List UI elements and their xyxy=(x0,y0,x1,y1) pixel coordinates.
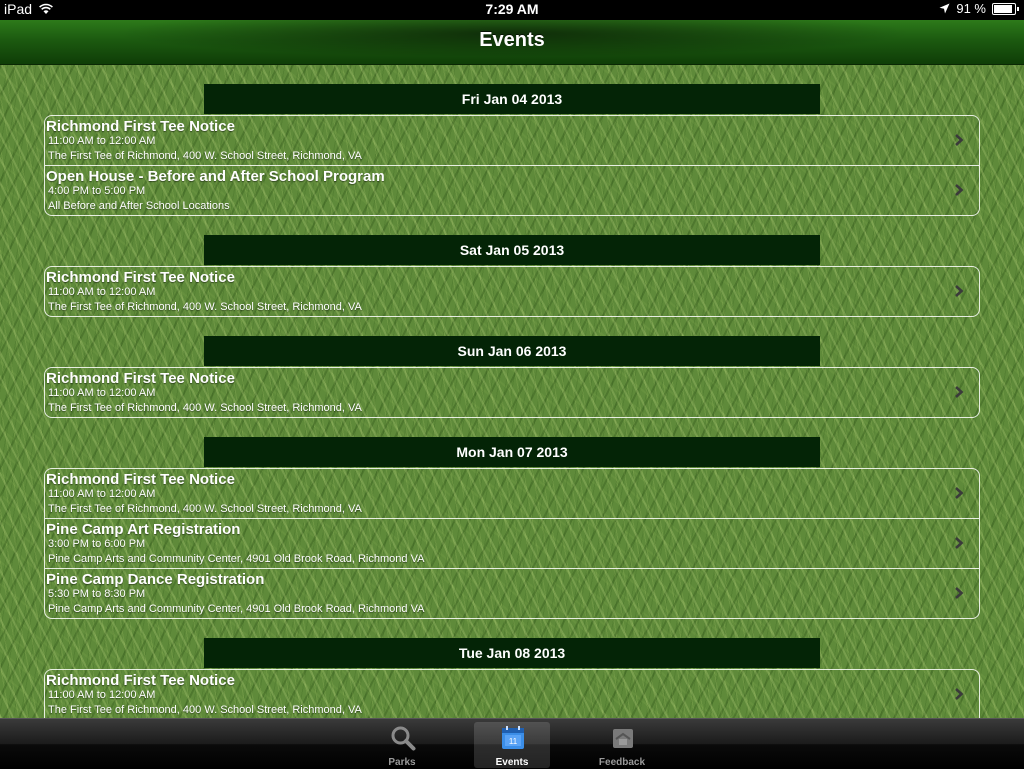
event-row[interactable]: Richmond First Tee Notice 11:00 AM to 12:… xyxy=(45,116,979,166)
battery-percent: 91 % xyxy=(956,1,986,16)
day-section: Mon Jan 07 2013 Richmond First Tee Notice… xyxy=(44,437,980,619)
status-bar: iPad 7:29 AM 91 % xyxy=(0,0,1024,20)
day-events-group: Richmond First Tee Notice 11:00 AM to 12:… xyxy=(44,468,980,619)
event-row[interactable]: Open House - Before and After School Pro… xyxy=(45,166,979,215)
day-header: Sun Jan 06 2013 xyxy=(204,336,820,366)
event-location: The First Tee of Richmond, 400 W. School… xyxy=(48,503,362,515)
event-row[interactable]: Richmond First Tee Notice 11:00 AM to 12:… xyxy=(45,670,979,718)
event-time: 3:00 PM to 6:00 PM xyxy=(48,538,146,550)
event-row[interactable]: Richmond First Tee Notice 11:00 AM to 12:… xyxy=(45,267,979,316)
day-header: Fri Jan 04 2013 xyxy=(204,84,820,114)
event-row[interactable]: Pine Camp Dance Registration 5:30 PM to 8… xyxy=(45,569,979,618)
status-time: 7:29 AM xyxy=(485,1,539,17)
event-title: Pine Camp Dance Registration xyxy=(46,571,265,588)
status-right: 91 % xyxy=(939,1,1019,16)
day-events-group: Richmond First Tee Notice 11:00 AM to 12:… xyxy=(44,266,980,317)
event-location: The First Tee of Richmond, 400 W. School… xyxy=(48,402,362,414)
event-title: Richmond First Tee Notice xyxy=(46,269,235,286)
tab-parks[interactable]: Parks xyxy=(364,722,440,768)
day-events-group: Richmond First Tee Notice 11:00 AM to 12:… xyxy=(44,367,980,418)
tab-bar: Parks 11 Events Feedback xyxy=(0,718,1024,769)
event-title: Richmond First Tee Notice xyxy=(46,672,235,689)
day-header: Sat Jan 05 2013 xyxy=(204,235,820,265)
event-time: 11:00 AM to 12:00 AM xyxy=(48,286,156,298)
event-time: 5:30 PM to 8:30 PM xyxy=(48,588,146,600)
event-location: Pine Camp Arts and Community Center, 490… xyxy=(48,553,425,565)
event-location: The First Tee of Richmond, 400 W. School… xyxy=(48,301,362,313)
event-time: 11:00 AM to 12:00 AM xyxy=(48,488,156,500)
day-events-group: Richmond First Tee Notice 11:00 AM to 12:… xyxy=(44,115,980,216)
event-title: Richmond First Tee Notice xyxy=(46,370,235,387)
event-time: 11:00 AM to 12:00 AM xyxy=(48,689,156,701)
event-title: Open House - Before and After School Pro… xyxy=(46,168,385,185)
day-events-group: Richmond First Tee Notice 11:00 AM to 12:… xyxy=(44,669,980,718)
chevron-right-icon xyxy=(955,134,964,146)
tab-feedback[interactable]: Feedback xyxy=(584,722,660,768)
event-location: Pine Camp Arts and Community Center, 490… xyxy=(48,603,425,615)
chevron-right-icon xyxy=(955,688,964,700)
day-section: Tue Jan 08 2013 Richmond First Tee Notice… xyxy=(44,638,980,718)
location-arrow-icon xyxy=(939,3,950,14)
day-section: Sun Jan 06 2013 Richmond First Tee Notice… xyxy=(44,336,980,418)
event-row[interactable]: Richmond First Tee Notice 11:00 AM to 12:… xyxy=(45,469,979,519)
page-title: Events xyxy=(479,29,545,51)
event-title: Pine Camp Art Registration xyxy=(46,521,241,538)
event-row[interactable]: Richmond First Tee Notice 11:00 AM to 12:… xyxy=(45,368,979,417)
tab-events-label: Events xyxy=(495,757,529,768)
event-time: 11:00 AM to 12:00 AM xyxy=(48,387,156,399)
battery-level xyxy=(994,4,1013,13)
calendar-icon: 11 xyxy=(502,726,524,749)
chevron-right-icon xyxy=(955,537,964,549)
chevron-right-icon xyxy=(955,184,964,196)
svg-text:11: 11 xyxy=(509,737,518,746)
day-section: Fri Jan 04 2013 Richmond First Tee Notice… xyxy=(44,84,980,216)
day-header: Mon Jan 07 2013 xyxy=(204,437,820,467)
navigation-bar: Events xyxy=(0,20,1024,65)
tab-events[interactable]: 11 Events xyxy=(474,722,550,768)
day-header: Tue Jan 08 2013 xyxy=(204,638,820,668)
chevron-right-icon xyxy=(955,386,964,398)
events-list[interactable]: Fri Jan 04 2013 Richmond First Tee Notice… xyxy=(0,65,1024,718)
event-location: All Before and After School Locations xyxy=(48,200,230,212)
chevron-right-icon xyxy=(955,587,964,599)
event-location: The First Tee of Richmond, 400 W. School… xyxy=(48,150,362,162)
battery-icon xyxy=(992,2,1019,15)
feedback-box-icon xyxy=(613,729,633,748)
chevron-right-icon xyxy=(955,285,964,297)
chevron-right-icon xyxy=(955,487,964,499)
event-title: Richmond First Tee Notice xyxy=(46,118,235,135)
magnifier-icon xyxy=(391,726,416,751)
event-location: The First Tee of Richmond, 400 W. School… xyxy=(48,704,362,716)
tab-parks-label: Parks xyxy=(388,757,416,768)
event-time: 11:00 AM to 12:00 AM xyxy=(48,135,156,147)
event-row[interactable]: Pine Camp Art Registration 3:00 PM to 6:0… xyxy=(45,519,979,569)
tab-feedback-label: Feedback xyxy=(598,757,646,768)
event-title: Richmond First Tee Notice xyxy=(46,471,235,488)
day-section: Sat Jan 05 2013 Richmond First Tee Notice… xyxy=(44,235,980,317)
event-time: 4:00 PM to 5:00 PM xyxy=(48,185,146,197)
